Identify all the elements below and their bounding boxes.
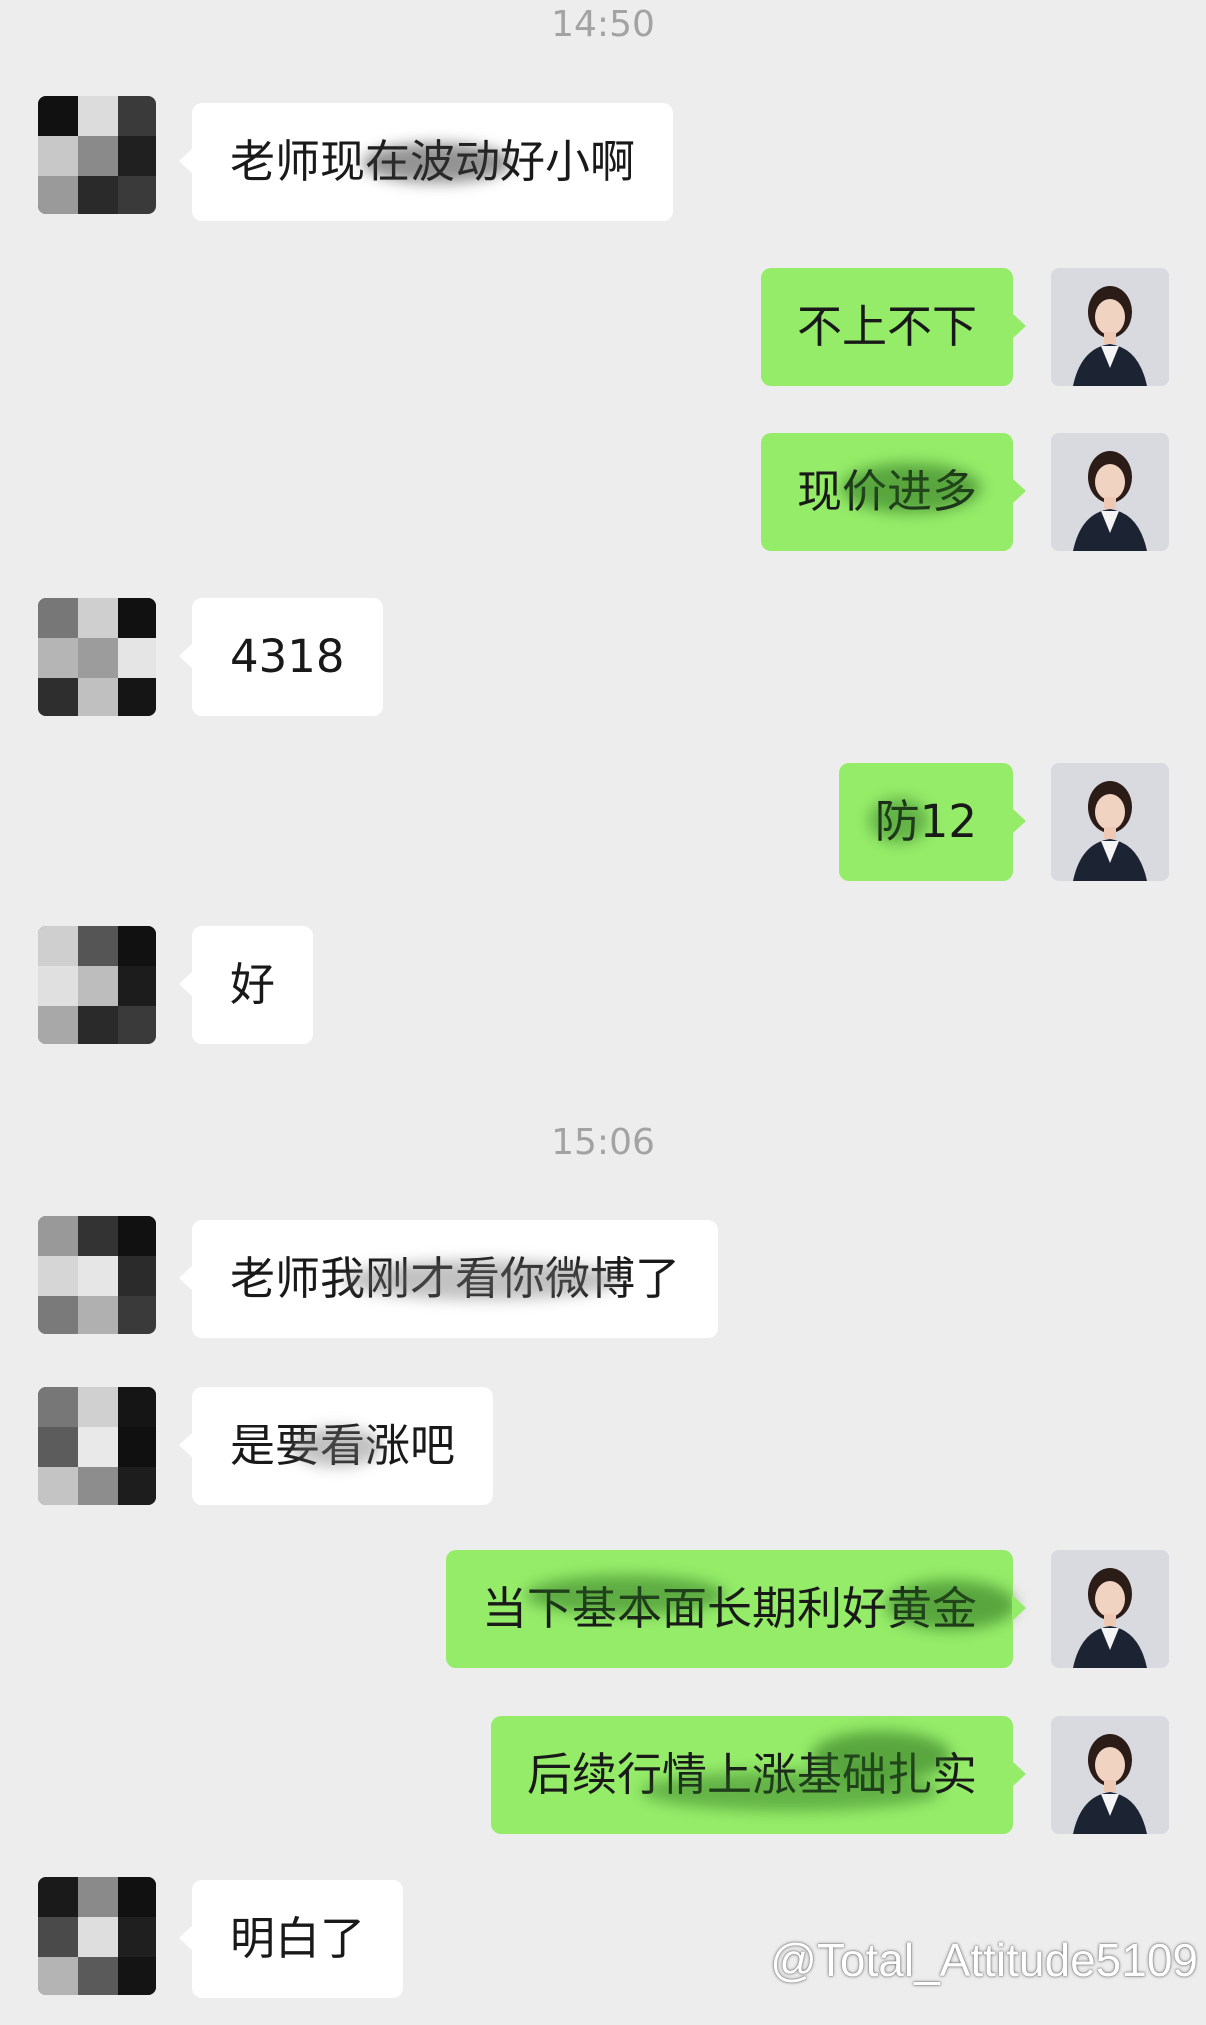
timestamp: 15:06 [551,1122,655,1163]
message-bubble[interactable]: 是要看涨吧 [178,1387,494,1505]
message-bubble[interactable]: 现价进多 [760,433,1027,551]
message-bubble[interactable]: 不上不下 [760,268,1027,386]
person-portrait-icon [1051,268,1169,386]
person-portrait-icon [1051,763,1169,881]
person-portrait-icon [1051,433,1169,551]
message-text: 不上不下 [796,300,977,353]
message-bubble[interactable]: 老师我刚才看你微博了 [178,1220,719,1338]
avatar-self[interactable] [1051,1550,1169,1668]
avatar-contact[interactable] [38,598,156,716]
avatar-contact[interactable] [38,96,156,214]
watermark: @Total_Attitude5109 [770,1934,1198,1986]
message-bubble[interactable]: 防12 [838,763,1027,881]
person-portrait-icon [1051,1550,1169,1668]
message-bubble[interactable]: 当下基本面长期利好黄金 [445,1550,1027,1668]
message-bubble[interactable]: 4318 [179,598,383,716]
message-text: 4318 [230,630,345,683]
message-bubble[interactable]: 明白了 [178,1880,404,1998]
avatar-self[interactable] [1051,763,1169,881]
avatar-self[interactable] [1051,433,1169,551]
avatar-contact[interactable] [38,1216,156,1334]
message-bubble[interactable]: 老师现在波动好小啊 [178,103,674,221]
avatar-self[interactable] [1051,268,1169,386]
avatar-contact[interactable] [38,1877,156,1995]
message-bubble[interactable]: 好 [178,926,314,1044]
message-bubble[interactable]: 后续行情上涨基础扎实 [490,1716,1027,1834]
message-text: 明白了 [230,1912,366,1965]
message-text: 好 [230,958,276,1011]
avatar-contact[interactable] [38,1387,156,1505]
avatar-contact[interactable] [38,926,156,1044]
avatar-self[interactable] [1051,1716,1169,1834]
person-portrait-icon [1051,1716,1169,1834]
timestamp: 14:50 [551,4,655,45]
